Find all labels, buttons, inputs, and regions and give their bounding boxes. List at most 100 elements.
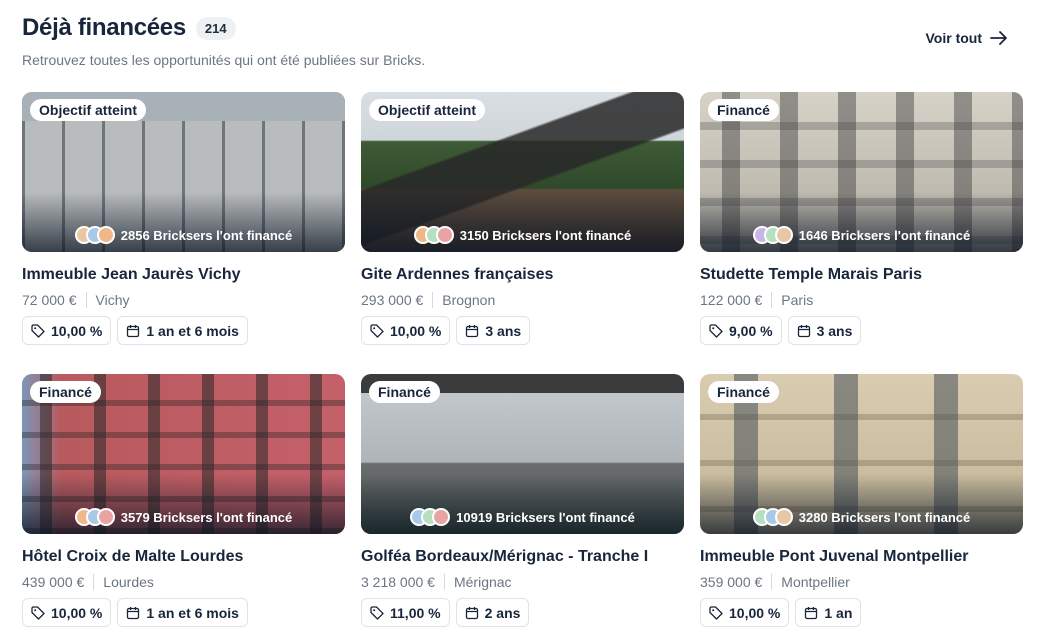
rate-chip: 10,00 %	[700, 598, 790, 627]
project-card[interactable]: Objectif atteint 2856 Bricksers l'ont fi…	[22, 92, 345, 354]
project-name: Immeuble Jean Jaurès Vichy	[22, 266, 241, 283]
project-meta: 439 000 € Lourdes	[22, 574, 345, 590]
tag-percent-icon	[31, 605, 45, 620]
project-amount: 72 000 €	[22, 292, 77, 308]
project-card[interactable]: Financé 3280 Bricksers l'ont financé Imm…	[700, 374, 1023, 636]
rate-chip: 10,00 %	[22, 316, 112, 345]
backers-info: 3280 Bricksers l'ont financé	[700, 508, 1023, 526]
project-image: Financé 1646 Bricksers l'ont financé	[700, 92, 1023, 252]
project-image: Financé 3280 Bricksers l'ont financé	[700, 374, 1023, 534]
duration-chip: 1 an	[795, 598, 862, 627]
project-meta: 3 218 000 € Mérignac	[361, 574, 684, 590]
backers-count: 10919 Bricksers l'ont financé	[456, 509, 635, 525]
rate-chip: 11,00 %	[361, 598, 450, 627]
backers-info: 1646 Bricksers l'ont financé	[700, 226, 1023, 244]
project-name: Gite Ardennes françaises	[361, 266, 554, 283]
calendar-icon	[797, 324, 810, 337]
status-badge: Objectif atteint	[30, 99, 147, 121]
avatar-stack	[752, 226, 793, 244]
rate-chip: 9,00 %	[700, 316, 782, 345]
backers-count: 3579 Bricksers l'ont financé	[120, 509, 293, 525]
tag-percent-icon	[709, 323, 723, 338]
count-badge: 214	[195, 16, 236, 40]
page-subtitle: Retrouvez toutes les opportunités qui on…	[22, 52, 426, 68]
status-badge: Financé	[708, 381, 779, 403]
backers-count: 3150 Bricksers l'ont financé	[459, 227, 632, 243]
duration-chip: 2 ans	[455, 598, 530, 627]
calendar-icon	[465, 606, 478, 619]
rate-chip: 10,00 %	[361, 316, 451, 345]
see-all-link[interactable]: Voir tout	[925, 30, 1008, 46]
duration-value: 3 ans	[485, 322, 522, 339]
section-header: Déjà financées 214 Retrouvez toutes les …	[22, 12, 1028, 72]
duration-chip: 1 an et 6 mois	[117, 316, 248, 345]
calendar-icon	[466, 324, 479, 337]
calendar-icon	[127, 606, 140, 619]
avatar-stack	[413, 226, 454, 244]
project-meta: 72 000 € Vichy	[22, 292, 345, 308]
backers-info: 10919 Bricksers l'ont financé	[361, 508, 684, 526]
project-card[interactable]: Objectif atteint 3150 Bricksers l'ont fi…	[361, 92, 684, 354]
backers-info: 2856 Bricksers l'ont financé	[22, 226, 345, 244]
project-amount: 293 000 €	[361, 292, 424, 308]
rate-value: 10,00 %	[390, 322, 442, 339]
rate-value: 10,00 %	[729, 604, 781, 621]
rate-value: 10,00 %	[51, 322, 103, 339]
project-image: Financé 3579 Bricksers l'ont financé	[22, 374, 345, 534]
avatar-stack	[74, 508, 115, 526]
project-image: Objectif atteint 3150 Bricksers l'ont fi…	[361, 92, 684, 252]
status-badge: Financé	[708, 99, 779, 121]
duration-value: 3 ans	[816, 322, 853, 339]
duration-value: 1 an	[824, 604, 853, 621]
status-badge: Financé	[30, 381, 101, 403]
project-card[interactable]: Financé 10919 Bricksers l'ont financé Go…	[361, 374, 684, 636]
backers-info: 3579 Bricksers l'ont financé	[22, 508, 345, 526]
see-all-label: Voir tout	[925, 30, 982, 46]
duration-chip: 1 an et 6 mois	[117, 598, 248, 627]
backers-count: 3280 Bricksers l'ont financé	[798, 509, 971, 525]
arrow-right-icon	[990, 31, 1007, 45]
tag-percent-icon	[709, 605, 723, 620]
project-name: Immeuble Pont Juvenal Montpellier	[700, 548, 969, 565]
rate-value: 11,00 %	[390, 604, 441, 621]
tag-percent-icon	[370, 605, 384, 620]
duration-chip: 3 ans	[456, 316, 531, 345]
tag-percent-icon	[31, 323, 45, 338]
rate-value: 9,00 %	[729, 322, 773, 339]
projects-grid: Objectif atteint 2856 Bricksers l'ont fi…	[22, 92, 1023, 636]
rate-value: 10,00 %	[51, 604, 103, 621]
project-city: Brognon	[442, 292, 496, 308]
status-badge: Objectif atteint	[369, 99, 486, 121]
project-name: Hôtel Croix de Malte Lourdes	[22, 548, 244, 565]
project-amount: 439 000 €	[22, 574, 85, 590]
project-amount: 359 000 €	[700, 574, 763, 590]
duration-value: 2 ans	[484, 604, 521, 621]
backers-count: 2856 Bricksers l'ont financé	[120, 227, 293, 243]
page-title: Déjà financées	[22, 14, 186, 41]
project-amount: 122 000 €	[700, 292, 763, 308]
project-image: Financé 10919 Bricksers l'ont financé	[361, 374, 684, 534]
project-amount: 3 218 000 €	[361, 574, 435, 590]
project-meta: 359 000 € Montpellier	[700, 574, 1023, 590]
tag-percent-icon	[370, 323, 384, 338]
project-name: Studette Temple Marais Paris	[700, 266, 922, 283]
duration-value: 1 an et 6 mois	[146, 604, 239, 621]
project-image: Objectif atteint 2856 Bricksers l'ont fi…	[22, 92, 345, 252]
calendar-icon	[805, 606, 818, 619]
project-city: Mérignac	[453, 574, 512, 590]
avatar-stack	[74, 226, 115, 244]
avatar-stack	[410, 508, 451, 526]
rate-chip: 10,00 %	[22, 598, 112, 627]
backers-info: 3150 Bricksers l'ont financé	[361, 226, 684, 244]
project-meta: 122 000 € Paris	[700, 292, 1023, 308]
duration-value: 1 an et 6 mois	[146, 322, 239, 339]
project-card[interactable]: Financé 3579 Bricksers l'ont financé Hôt…	[22, 374, 345, 636]
project-city: Lourdes	[103, 574, 154, 590]
backers-count: 1646 Bricksers l'ont financé	[798, 227, 971, 243]
calendar-icon	[127, 324, 140, 337]
project-city: Paris	[781, 292, 814, 308]
project-city: Montpellier	[781, 574, 850, 590]
project-city: Vichy	[95, 292, 130, 308]
status-badge: Financé	[369, 381, 440, 403]
project-card[interactable]: Financé 1646 Bricksers l'ont financé Stu…	[700, 92, 1023, 354]
